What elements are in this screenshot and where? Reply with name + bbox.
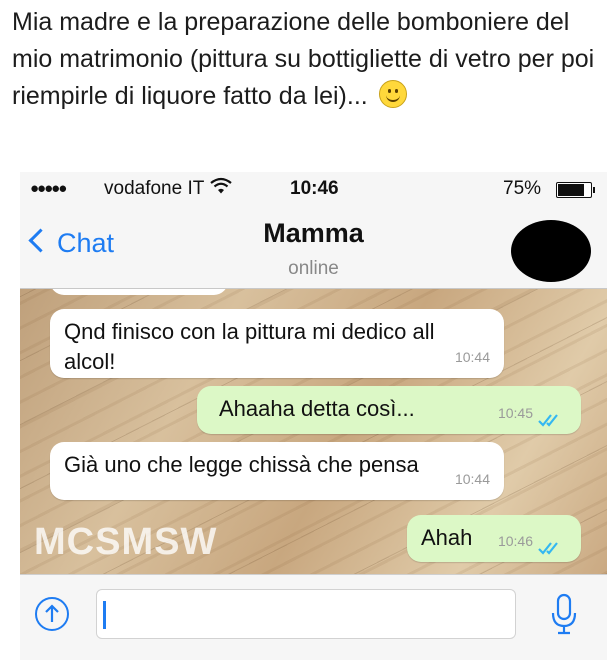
message-list[interactable]: Qnd finisco con la pittura mi dedico all… — [20, 289, 607, 574]
status-bar: ●●●●● vodafone IT 10:46 75% — [20, 172, 607, 208]
previous-message-bubble — [50, 289, 228, 295]
message-text: Già uno che legge chissà che pensa — [64, 452, 419, 477]
watermark: MCSMSW — [34, 521, 218, 563]
avatar[interactable] — [511, 220, 591, 282]
message-time: 10:46 — [497, 533, 533, 549]
message-bubble-outgoing[interactable]: Ahaaha detta così... 10:45 — [197, 386, 581, 434]
wifi-icon — [210, 177, 232, 200]
battery-percent: 75% — [503, 178, 542, 199]
message-time: 10:44 — [454, 349, 490, 365]
post-caption: Mia madre e la preparazione delle bombon… — [12, 4, 607, 115]
post-caption-text: Mia madre e la preparazione delle bombon… — [12, 8, 595, 110]
battery-nub — [593, 187, 595, 193]
message-input[interactable] — [96, 589, 516, 639]
message-time: 10:45 — [497, 405, 533, 421]
signal-strength-icon: ●●●●● — [30, 180, 67, 197]
microphone-icon[interactable] — [551, 593, 577, 637]
double-check-icon — [538, 542, 558, 555]
message-bubble-outgoing[interactable]: Ahah 10:46 — [407, 515, 581, 562]
chat-screenshot: ●●●●● vodafone IT 10:46 75% Chat Mamma o… — [20, 172, 607, 660]
message-time: 10:44 — [454, 471, 490, 487]
message-bubble-incoming[interactable]: Qnd finisco con la pittura mi dedico all… — [50, 309, 504, 378]
double-check-icon — [538, 414, 558, 427]
carrier-name: vodafone IT — [104, 178, 205, 199]
battery-icon — [556, 182, 595, 198]
chat-header: Chat Mamma online — [20, 208, 607, 289]
battery-fill — [558, 184, 584, 196]
message-bubble-incoming[interactable]: Già uno che legge chissà che pensa 10:44 — [50, 442, 504, 500]
upload-button[interactable] — [35, 597, 69, 631]
upload-arrow-icon — [45, 604, 59, 622]
message-text: Qnd finisco con la pittura mi dedico all… — [64, 319, 435, 374]
smiley-face-icon — [378, 80, 407, 108]
composer-bar — [20, 574, 607, 660]
text-caret — [103, 601, 106, 629]
status-time: 10:46 — [290, 178, 339, 199]
